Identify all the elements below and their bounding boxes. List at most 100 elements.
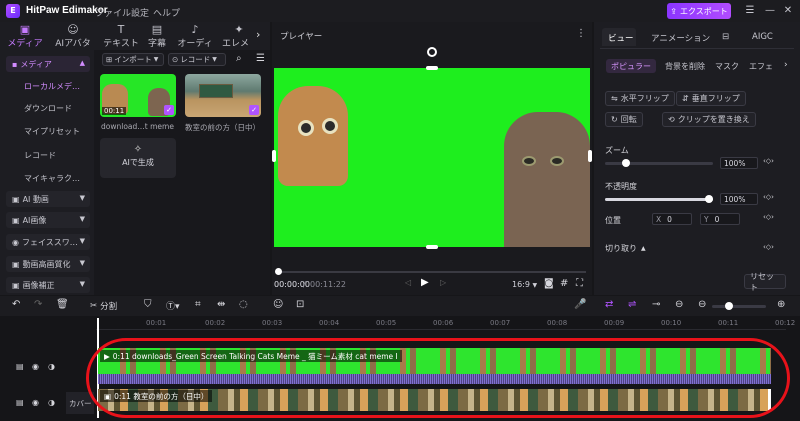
chain-icon[interactable]: ⊸ (652, 299, 660, 310)
track-audio-icon[interactable]: ◑ (48, 398, 55, 407)
list-view-icon[interactable]: ☰ (256, 53, 265, 64)
zoom-slider-knob[interactable] (622, 159, 630, 167)
prev-frame-icon[interactable]: ◁ (405, 278, 411, 287)
video-preview[interactable] (274, 68, 590, 247)
nav-face-swap[interactable]: ◉ フェイススワ… ▼ (6, 234, 90, 250)
window-menu-icon[interactable]: ☰ (744, 5, 756, 17)
subtab-mask[interactable]: マスク (710, 59, 744, 73)
tab-view[interactable]: ビュー (608, 32, 634, 44)
media-thumb-classroom[interactable]: ✓ (185, 74, 261, 117)
export-button[interactable]: ⇪ エクスポート (667, 3, 731, 19)
opacity-slider-knob[interactable] (705, 195, 713, 203)
subtab-popular[interactable]: ポピュラー (606, 59, 656, 73)
resize-handle-left[interactable] (272, 150, 276, 162)
tab-element[interactable]: ✦ エレメ (222, 24, 256, 49)
search-icon[interactable]: ⌕ (236, 53, 242, 64)
chevron-down-icon: ▼ (79, 194, 85, 202)
zoom-in-icon[interactable]: ⊕ (777, 299, 785, 310)
close-icon[interactable]: ✕ (782, 5, 794, 17)
tab-subtitle[interactable]: ▤ 字幕 (136, 24, 178, 50)
nav-my-preset[interactable]: マイプリセット (24, 126, 80, 137)
delete-icon[interactable]: 🗑 (56, 299, 69, 310)
nav-record[interactable]: レコード (24, 150, 56, 161)
media-thumb-cats[interactable]: 00:11 ✓ (100, 74, 176, 117)
timeline-zoom-knob[interactable] (725, 302, 733, 310)
keyframe-icon[interactable]: ‹◇› (763, 243, 774, 251)
flip-vertical-button[interactable]: ⇵ 垂直フリップ (676, 91, 746, 106)
redo-icon[interactable]: ↷ (34, 299, 42, 310)
zoom-value-field[interactable]: 100% (720, 157, 758, 169)
nav-my-character[interactable]: マイキャラク… (24, 173, 80, 184)
track-lock-icon[interactable]: ▤ (16, 398, 24, 407)
nav-video-enhance[interactable]: ▣ 動画高画質化 ▼ (6, 256, 90, 272)
nav-media[interactable]: ▪ メディア ▲ (6, 56, 90, 72)
menu-help[interactable]: ヘルプ (153, 6, 180, 19)
track-eye-icon[interactable]: ◉ (32, 362, 39, 371)
nav-image-correction[interactable]: ▣ 画像補正 ▼ (6, 277, 90, 293)
opacity-slider[interactable] (605, 198, 713, 201)
subtab-effect[interactable]: エフェ (744, 59, 780, 73)
position-y-field[interactable]: Y0 (700, 213, 740, 225)
position-x-field[interactable]: X0 (652, 213, 692, 225)
track-audio-icon[interactable]: ◑ (48, 362, 55, 371)
record-button[interactable]: ⊙ レコード ▼ (168, 53, 226, 66)
replace-clip-button[interactable]: ⟲ クリップを置き換え (662, 112, 756, 127)
play-icon[interactable]: ▶ (421, 277, 429, 288)
track-eye-icon[interactable]: ◉ (32, 398, 39, 407)
keyframe-icon[interactable]: ‹◇› (763, 157, 774, 165)
resize-handle-bottom[interactable] (426, 245, 438, 249)
opacity-value-field[interactable]: 100% (720, 193, 758, 205)
undo-icon[interactable]: ↶ (12, 299, 20, 310)
crop-section[interactable]: 切り取り ▲ (605, 243, 646, 254)
menu-settings[interactable]: 設定 (131, 6, 149, 19)
speed-icon[interactable]: ◌ (239, 299, 248, 310)
rotate-button[interactable]: ↻ 回転 (605, 112, 643, 127)
ai-generate-button[interactable]: ✧ AIで生成 (100, 138, 176, 178)
opacity-label: 不透明度 (605, 182, 637, 191)
chevron-right-icon[interactable]: › (784, 60, 788, 70)
nav-local-media[interactable]: ローカルメデ… (24, 81, 80, 92)
fit-icon[interactable]: ⊖ (675, 299, 683, 310)
keyframe-icon[interactable]: ‹◇› (763, 193, 774, 201)
flip-horizontal-button[interactable]: ⇋ 水平フリップ (605, 91, 675, 106)
fullscreen-icon[interactable]: ⛶ (576, 278, 583, 289)
menu-file[interactable]: ファイル (95, 6, 131, 19)
lock-icon[interactable]: ⊟ (722, 32, 729, 42)
crop-icon[interactable]: ⌗ (195, 299, 201, 310)
magnet-icon[interactable]: ⇌ (628, 299, 636, 310)
import-button[interactable]: ⊞ インポート ▼ (102, 53, 164, 66)
replace-icon: ⟲ (668, 115, 675, 124)
playhead-knob[interactable] (275, 268, 282, 275)
grid-icon[interactable]: # (560, 278, 568, 289)
chevron-right-icon[interactable]: › (256, 28, 260, 41)
microphone-icon[interactable]: 🎤 (574, 299, 586, 310)
next-frame-icon[interactable]: ▷ (440, 278, 446, 287)
link-icon[interactable]: ⇄ (605, 299, 613, 310)
screenshot-icon[interactable]: ⊡ (296, 299, 304, 310)
keyframe-icon[interactable]: ‹◇› (763, 213, 774, 221)
nav-download[interactable]: ダウンロード (24, 103, 72, 114)
split-button[interactable]: ✂ 分割 (90, 300, 117, 312)
subtab-remove-bg[interactable]: 背景を削除 (660, 59, 710, 73)
more-icon[interactable]: ⋮ (576, 28, 586, 39)
mirror-icon[interactable]: ⇹ (217, 299, 225, 310)
minimize-icon[interactable]: — (764, 5, 776, 17)
tab-media[interactable]: ▣ メディア (4, 24, 46, 50)
zoom-out-icon[interactable]: ⊖ (698, 299, 706, 310)
rotate-handle-icon[interactable] (427, 47, 437, 57)
text-tool-icon[interactable]: Ⓣ▾ (166, 299, 180, 312)
shield-icon[interactable]: ⛉ (144, 299, 152, 310)
resize-handle-right[interactable] (588, 150, 592, 162)
snapshot-icon[interactable]: ◙ (544, 278, 554, 289)
tab-animation[interactable]: アニメーション (651, 32, 710, 44)
playback-progress-bar[interactable] (276, 271, 586, 273)
face-icon[interactable]: ☺ (273, 299, 283, 310)
nav-ai-image[interactable]: ▣ AI画像 ▼ (6, 212, 90, 228)
tab-aigc[interactable]: AIGC (752, 32, 773, 42)
aspect-ratio-select[interactable]: 16:9 ▼ (512, 280, 537, 289)
timeline-zoom-slider[interactable] (712, 305, 766, 308)
reset-button[interactable]: リセット (744, 272, 786, 292)
resize-handle-top[interactable] (426, 66, 438, 70)
nav-ai-video[interactable]: ▣ AI 動画 ▼ (6, 191, 90, 207)
track-lock-icon[interactable]: ▤ (16, 362, 24, 371)
